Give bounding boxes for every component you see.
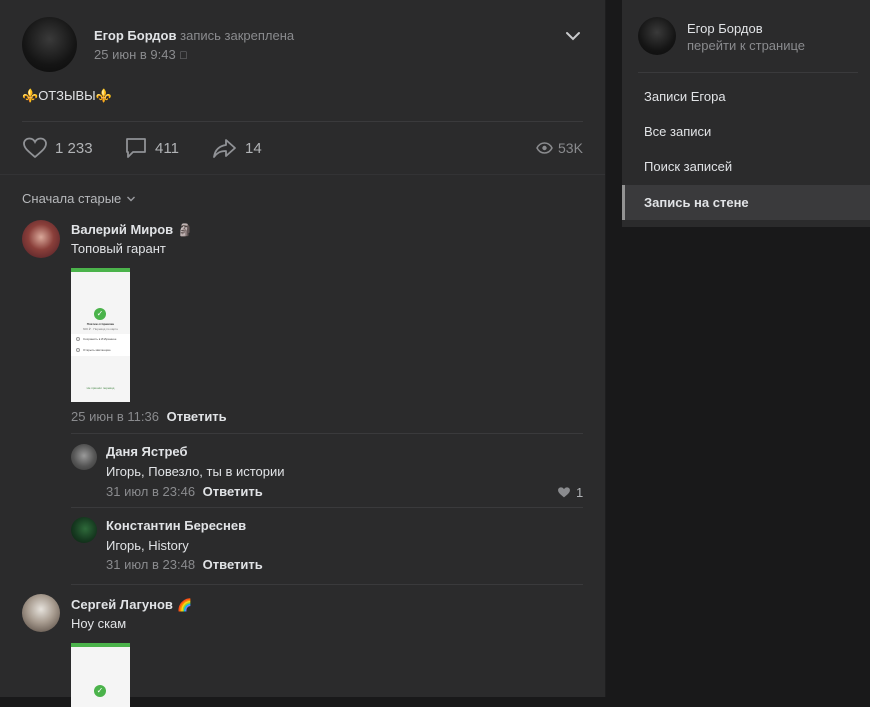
apple-icon:  (179, 50, 187, 62)
divider (71, 507, 583, 508)
views: 53K (536, 138, 583, 158)
sidebar-item-all-posts[interactable]: Все записи (622, 114, 870, 149)
reply-button[interactable]: Ответить (203, 484, 263, 499)
view-count: 53K (558, 140, 583, 156)
divider-full (0, 174, 605, 175)
sidebar-avatar[interactable] (638, 17, 676, 55)
reply-text: Игорь, Повезло, ты в истории (106, 464, 285, 479)
reply-date[interactable]: 31 июл в 23:48 (106, 557, 195, 572)
chevron-down-icon[interactable] (565, 30, 581, 42)
dot-icon-2 (76, 348, 80, 352)
reply-avatar[interactable] (71, 517, 97, 543)
sidebar-author-name[interactable]: Егор Бордов (687, 21, 763, 36)
chevron-down-icon-small (126, 195, 136, 203)
receipt-row-1: Сохранить в Избранное (83, 337, 117, 341)
divider (71, 584, 583, 585)
heart-icon (22, 136, 48, 160)
share-icon (212, 136, 238, 160)
like-count: 1 233 (55, 139, 93, 157)
post-date[interactable]: 25 июн в 9:43 (94, 47, 176, 62)
receipt-title: Платеж отправлен (86, 322, 115, 326)
reply-like-count: 1 (576, 485, 584, 500)
eye-icon (536, 142, 553, 154)
reply-avatar[interactable] (71, 444, 97, 470)
sort-dropdown[interactable]: Сначала старые (22, 191, 136, 206)
receipt-footer: Не пришёл перевод (86, 386, 115, 390)
author-avatar[interactable] (22, 17, 77, 72)
reply-like-button[interactable]: 1 (557, 485, 583, 500)
sidebar: Егор Бордов перейти к странице Записи Ег… (622, 0, 870, 227)
attached-image[interactable]: ✓ (71, 643, 130, 707)
sidebar-item-egor-posts[interactable]: Записи Егора (622, 79, 870, 114)
receipt-subtitle: 600 ₽ · Перевод по карте (82, 327, 119, 331)
post-text-body: ОТЗЫВЫ (38, 88, 96, 103)
pinned-note: запись закреплена (180, 28, 295, 43)
comment-count: 411 (155, 139, 179, 157)
comment-text: Ноу скам (71, 616, 127, 631)
reply-author[interactable]: Даня Ястреб (106, 444, 188, 459)
sidebar-item-search-posts[interactable]: Поиск записей (622, 149, 870, 184)
attached-image[interactable]: ✓ Платеж отправлен 600 ₽ · Перевод по ка… (71, 268, 130, 402)
fleur-de-lis-icon: ⚜️ (22, 88, 39, 103)
moai-icon: 🗿 (177, 223, 193, 237)
comment-author[interactable]: Сергей Лагунов (71, 597, 173, 612)
divider (22, 121, 583, 122)
post-text: ⚜️ОТЗЫВЫ⚜️ (22, 88, 112, 104)
dot-icon (76, 337, 80, 341)
divider (71, 433, 583, 434)
check-circle-icon: ✓ (94, 308, 106, 320)
reply-date[interactable]: 31 июл в 23:46 (106, 484, 195, 499)
like-button[interactable]: 1 233 (22, 136, 93, 160)
comment-author[interactable]: Валерий Миров (71, 222, 173, 237)
receipt-actions: Сохранить в Избранное Открыть квитанцию (71, 334, 130, 356)
post-card: Егор Бордов запись закреплена 25 июн в 9… (0, 0, 606, 707)
comment-button[interactable]: 411 (124, 136, 179, 160)
reply-text: Игорь, History (106, 538, 189, 553)
sidebar-goto-link[interactable]: перейти к странице (687, 38, 805, 53)
fleur-de-lis-icon-right: ⚜️ (95, 88, 112, 103)
post-author-name[interactable]: Егор Бордов (94, 28, 177, 43)
receipt-row-2: Открыть квитанцию (83, 348, 111, 352)
commenter-avatar[interactable] (22, 594, 60, 632)
comment-text: Топовый гарант (71, 241, 166, 256)
heart-icon-filled (557, 486, 571, 499)
share-button[interactable]: 14 (212, 136, 262, 160)
comment-date[interactable]: 25 июн в 11:36 (71, 409, 159, 424)
reply-button[interactable]: Ответить (167, 409, 227, 424)
divider (638, 72, 858, 73)
rainbow-icon: 🌈 (177, 598, 193, 612)
comment-icon (124, 136, 148, 160)
share-count: 14 (245, 139, 262, 157)
sort-label: Сначала старые (22, 191, 122, 206)
reply-author[interactable]: Константин Береснев (106, 518, 246, 533)
sidebar-item-wall-post[interactable]: Запись на стене (622, 185, 870, 220)
reply-button[interactable]: Ответить (203, 557, 263, 572)
check-circle-icon: ✓ (94, 685, 106, 697)
commenter-avatar[interactable] (22, 220, 60, 258)
